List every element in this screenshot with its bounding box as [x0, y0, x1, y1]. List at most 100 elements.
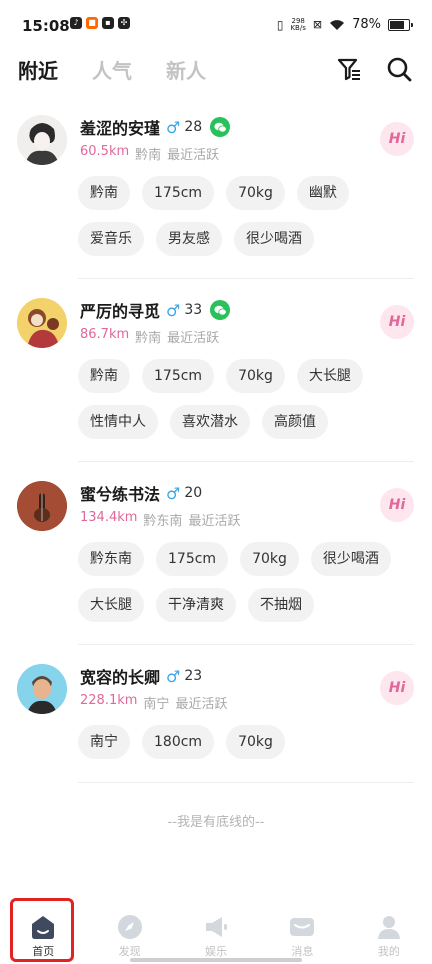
- app-notification-icon-3: ✣: [118, 17, 130, 29]
- user-card[interactable]: 羞涩的安瑾 ♂ 28 60.5km 黔南 最近活跃 黔南 175cm 70kg …: [0, 112, 432, 282]
- hi-button[interactable]: Hi: [380, 671, 414, 705]
- tag-chip: 南宁: [78, 725, 130, 759]
- user-name: 严厉的寻觅: [80, 302, 161, 321]
- app-notification-icon: ■: [86, 17, 98, 29]
- divider: [78, 644, 414, 645]
- status-time: 15:08: [22, 17, 70, 35]
- male-icon: ♂: [166, 666, 181, 686]
- tag-chip: 高颜值: [262, 405, 328, 439]
- nav-discover[interactable]: 发现: [86, 900, 172, 964]
- end-of-list-note: --我是有底线的--: [167, 815, 265, 830]
- search-icon[interactable]: [386, 56, 412, 82]
- tag-list: 黔南 175cm 70kg 大长腿 性情中人 喜欢潜水 高颜值: [78, 359, 392, 439]
- tag-chip: 黔东南: [78, 542, 144, 576]
- user-age: 23: [184, 668, 203, 684]
- tag-chip: 70kg: [226, 725, 285, 759]
- user-activity: 最近活跃: [167, 148, 220, 163]
- status-right-icons: ▯ 298 KB/s ⊠ 78%: [276, 16, 413, 32]
- tab-newcomers[interactable]: 新人: [166, 55, 206, 84]
- battery-icon: [388, 18, 413, 31]
- tag-chip: 175cm: [156, 542, 229, 576]
- avatar[interactable]: [17, 115, 67, 165]
- tag-chip: 大长腿: [296, 359, 363, 393]
- user-distance: 228.1km: [80, 693, 138, 708]
- tag-chip: 70kg: [240, 542, 299, 576]
- divider: [78, 461, 414, 462]
- status-bar: 15:08 ♪ ■ ▪ ✣ ▯ 298 KB/s ⊠ 78%: [0, 0, 432, 50]
- tag-chip: 喜欢潜水: [170, 405, 250, 439]
- nav-messages-label: 消息: [291, 945, 314, 958]
- status-notification-icons: ♪ ■ ▪ ✣: [70, 17, 130, 29]
- tag-chip: 黔南: [78, 176, 130, 210]
- user-age: 20: [184, 485, 203, 501]
- avatar[interactable]: [17, 664, 67, 714]
- male-icon: ♂: [166, 300, 181, 320]
- selection-highlight: [10, 898, 74, 962]
- wifi-icon: [330, 19, 345, 30]
- compass-icon: [117, 915, 142, 939]
- nav-messages[interactable]: 消息: [259, 900, 345, 964]
- user-age: 28: [184, 119, 203, 135]
- user-distance: 86.7km: [80, 327, 130, 342]
- avatar[interactable]: [17, 481, 67, 531]
- tab-nearby[interactable]: 附近: [18, 55, 58, 84]
- user-activity: 最近活跃: [175, 697, 228, 712]
- user-activity: 最近活跃: [167, 331, 220, 346]
- hi-button[interactable]: Hi: [380, 305, 414, 339]
- nav-entertainment[interactable]: 娱乐: [173, 900, 259, 964]
- tag-chip: 爱音乐: [78, 222, 144, 256]
- tag-chip: 不抽烟: [248, 588, 314, 622]
- tag-chip: 男友感: [156, 222, 222, 256]
- tag-list: 南宁 180cm 70kg: [78, 725, 392, 759]
- male-icon: ♂: [166, 117, 181, 137]
- battery-percent: 78%: [352, 17, 381, 32]
- wechat-icon[interactable]: [210, 117, 231, 137]
- tab-popular[interactable]: 人气: [92, 55, 132, 84]
- divider: [78, 278, 414, 279]
- tag-chip: 黔南: [78, 359, 130, 393]
- user-distance: 134.4km: [80, 510, 138, 525]
- user-location: 黔南: [135, 331, 162, 346]
- top-tabs: 附近 人气 新人: [18, 55, 206, 84]
- tag-chip: 性情中人: [78, 405, 158, 439]
- avatar[interactable]: [17, 298, 67, 348]
- net-speed: 298 KB/s: [290, 16, 306, 32]
- user-card[interactable]: 严厉的寻觅 ♂ 33 86.7km 黔南 最近活跃 黔南 175cm 70kg …: [0, 295, 432, 465]
- tag-chip: 幽默: [296, 176, 349, 210]
- user-name: 羞涩的安瑾: [80, 119, 161, 138]
- profile-icon: [377, 916, 400, 939]
- male-icon: ♂: [166, 483, 181, 503]
- tag-chip: 干净清爽: [156, 588, 236, 622]
- wechat-icon[interactable]: [210, 300, 231, 320]
- filter-icon[interactable]: [336, 56, 362, 82]
- app-notification-icon-2: ▪: [102, 17, 114, 29]
- home-indicator[interactable]: [130, 958, 302, 962]
- message-icon: [290, 918, 315, 936]
- megaphone-icon: [206, 917, 228, 937]
- tag-chip: 很少喝酒: [310, 542, 391, 576]
- user-activity: 最近活跃: [188, 514, 241, 529]
- user-location: 黔东南: [143, 514, 183, 529]
- tag-chip: 很少喝酒: [234, 222, 314, 256]
- hi-button[interactable]: Hi: [380, 122, 414, 156]
- user-distance: 60.5km: [80, 144, 130, 159]
- nav-discover-label: 发现: [118, 945, 141, 958]
- tag-chip: 大长腿: [78, 588, 144, 622]
- tiktok-notification-icon: ♪: [70, 17, 82, 29]
- user-location: 南宁: [143, 697, 170, 712]
- top-actions: [336, 56, 412, 82]
- tag-chip: 175cm: [142, 176, 215, 210]
- tag-chip: 70kg: [226, 176, 285, 210]
- user-card[interactable]: 蜜兮练书法 ♂ 20 134.4km 黔东南 最近活跃 黔东南 175cm 70…: [0, 478, 432, 648]
- tag-chip: 180cm: [142, 725, 215, 759]
- nav-entertainment-label: 娱乐: [205, 945, 228, 958]
- hi-button[interactable]: Hi: [380, 488, 414, 522]
- vibrate-icon: ▯: [276, 17, 284, 32]
- nav-profile-label: 我的: [377, 945, 400, 958]
- tag-list: 黔东南 175cm 70kg 很少喝酒 大长腿 干净清爽 不抽烟: [78, 542, 392, 622]
- tag-list: 黔南 175cm 70kg 幽默 爱音乐 男友感 很少喝酒: [78, 176, 392, 256]
- user-age: 33: [184, 302, 203, 318]
- user-card[interactable]: 宽容的长卿 ♂ 23 228.1km 南宁 最近活跃 南宁 180cm 70kg…: [0, 661, 432, 786]
- sim-off-icon: ⊠: [312, 18, 323, 31]
- nav-profile[interactable]: 我的: [346, 900, 432, 964]
